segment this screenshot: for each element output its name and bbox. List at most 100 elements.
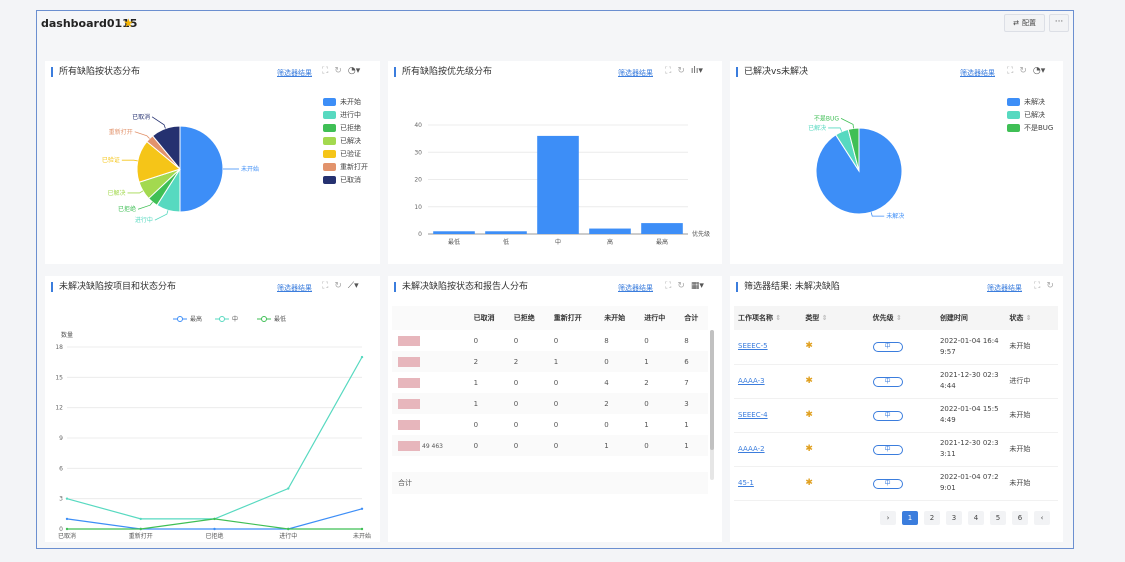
pagination-page[interactable]: 1 — [902, 511, 918, 525]
refresh-icon[interactable]: ↻ — [677, 281, 685, 291]
table-row[interactable]: AAAA-3 ✱ 中 2021-12-30 02:3 4:44 进行中 — [734, 364, 1058, 399]
pagination-page[interactable]: 3 — [946, 511, 962, 525]
reporter-cell — [392, 351, 468, 372]
resolved-pie-chart: 未解决 已解决 不是BUG — [808, 115, 904, 220]
column-header[interactable]: 状态 ⇕ — [1005, 306, 1058, 330]
filter-result-link[interactable]: 筛选器结果 — [618, 283, 653, 293]
table-row[interactable]: AAAA-2 ✱ 中 2021-12-30 02:3 3:11 未开始 — [734, 432, 1058, 467]
priority-cell: 中 — [868, 432, 936, 467]
star-icon[interactable]: ★ — [123, 16, 134, 30]
table-row[interactable]: SEEEC-5 ✱ 中 2022-01-04 16:4 9:57 未开始 — [734, 330, 1058, 365]
reporter-name: 49 463 — [422, 442, 443, 450]
legend-item[interactable]: 重新打开 — [323, 160, 368, 173]
table-header-row: 工作项名称 ⇕ 类型 ⇕ 优先级 ⇕ 创建时间 状态 ⇕ — [734, 306, 1058, 330]
filter-result-link[interactable]: 筛选器结果 — [987, 283, 1022, 293]
series-point — [360, 507, 364, 510]
bug-icon: ✱ — [805, 341, 813, 352]
legend-label: 已解决 — [340, 136, 361, 145]
column-header[interactable]: 工作项名称 ⇕ — [734, 306, 802, 330]
sort-icon[interactable]: ⇕ — [1023, 314, 1032, 322]
legend-label: 不是BUG — [1024, 123, 1054, 132]
pagination-next-button[interactable]: ‹ — [1034, 511, 1050, 525]
bar — [641, 223, 683, 234]
legend-marker — [261, 316, 267, 322]
column-header: 进行中 — [638, 306, 679, 330]
pie-label-line — [127, 190, 144, 194]
matrix-scrollbar[interactable] — [710, 330, 714, 480]
column-header[interactable]: 创建时间 — [935, 306, 1006, 330]
legend-item[interactable]: 已解决 — [323, 134, 368, 147]
legend-item[interactable]: 未开始 — [323, 95, 368, 108]
legend-item[interactable]: 已拒绝 — [323, 121, 368, 134]
reporter-cell — [392, 414, 468, 435]
table-cell: 0 — [513, 378, 519, 387]
legend-label: 重新打开 — [340, 162, 368, 171]
table-cell: 1 — [473, 378, 479, 387]
table-row[interactable]: 45-1 ✱ 中 2022-01-04 07:2 9:01 未开始 — [734, 466, 1058, 501]
sort-icon[interactable]: ⇕ — [894, 314, 902, 322]
table-cell: 2 — [513, 357, 519, 366]
legend-swatch — [1007, 123, 1020, 132]
pagination-page[interactable]: 6 — [1012, 511, 1028, 525]
priority-badge: 中 — [872, 478, 903, 489]
table-cell: 0 — [473, 336, 479, 345]
issue-link[interactable]: SEEEC-5 — [738, 342, 768, 350]
series-point — [139, 527, 142, 531]
config-button[interactable]: ⇄ 配置 — [1004, 14, 1045, 32]
issue-link[interactable]: AAAA-2 — [738, 445, 765, 453]
series-point — [65, 527, 69, 531]
card-toolbar: ⛶ ↻ — [1034, 281, 1054, 291]
sort-icon[interactable]: ⇕ — [819, 314, 828, 322]
pagination-page[interactable]: 4 — [968, 511, 984, 525]
column-header: 已取消 — [467, 306, 508, 330]
created-cell: 2021-12-30 02:3 3:11 — [935, 432, 1006, 467]
sort-icon[interactable]: ⇕ — [773, 314, 781, 322]
issue-link[interactable]: SEEEC-4 — [738, 411, 768, 419]
column-header[interactable]: 优先级 ⇕ — [868, 306, 936, 330]
table-row[interactable]: SEEEC-4 ✱ 中 2022-01-04 15:5 4:49 未开始 — [734, 398, 1058, 433]
legend-item[interactable]: 进行中 — [323, 108, 368, 121]
pie-slice-label: 进行中 — [135, 216, 153, 224]
legend-item[interactable]: 未解决 — [1007, 95, 1053, 108]
pie-slice-label: 已取消 — [132, 113, 150, 121]
issue-name-cell: 45-1 — [734, 466, 802, 501]
pie-label-line — [121, 159, 138, 162]
legend-label: 已拒绝 — [340, 123, 361, 132]
issue-name-cell: SEEEC-4 — [734, 398, 802, 433]
column-header: 重新打开 — [547, 306, 599, 330]
table-cell: 0 — [513, 399, 519, 408]
created-cell: 2021-12-30 02:3 4:44 — [935, 364, 1006, 399]
fullscreen-icon[interactable]: ⛶ — [1034, 281, 1040, 291]
matrix-scrollbar-thumb[interactable] — [710, 330, 714, 450]
issue-name-cell: AAAA-2 — [734, 432, 802, 467]
table-cell: 1 — [644, 357, 649, 366]
pagination-prev-button[interactable]: › — [880, 511, 896, 525]
series-point — [360, 355, 364, 359]
legend-item[interactable]: 已验证 — [323, 147, 368, 160]
table-cell: 0 — [604, 357, 609, 366]
refresh-icon[interactable]: ↻ — [1046, 281, 1054, 291]
table-cell: 0 — [513, 441, 519, 450]
priority-cell: 中 — [868, 330, 936, 365]
issue-link[interactable]: 45-1 — [738, 479, 754, 487]
pagination-page[interactable]: 2 — [924, 511, 940, 525]
fullscreen-icon[interactable]: ⛶ — [665, 281, 671, 291]
table-header-row: 已取消 已拒绝 重新打开 未开始 进行中 合计 — [392, 306, 708, 330]
column-header-label: 状态 — [1009, 314, 1024, 322]
pagination-page[interactable]: 5 — [990, 511, 1006, 525]
more-button[interactable]: ··· — [1049, 14, 1069, 32]
legend-item[interactable]: 已解决 — [1007, 108, 1053, 121]
legend-item[interactable]: 已取消 — [323, 173, 368, 186]
issue-link[interactable]: AAAA-3 — [738, 377, 765, 385]
column-header[interactable]: 类型 ⇕ — [801, 306, 869, 330]
table-icon[interactable]: ▦▾ — [691, 281, 704, 291]
table-cell: 7 — [684, 378, 689, 387]
legend-swatch — [1007, 110, 1020, 119]
legend-marker — [177, 316, 183, 322]
y-tick-label: 30 — [414, 149, 422, 156]
type-cell: ✱ — [801, 466, 869, 501]
pie-slice-label: 重新打开 — [109, 128, 133, 136]
legend-item[interactable]: 不是BUG — [1007, 121, 1053, 134]
table-cell: 0 — [513, 420, 519, 429]
legend-swatch — [323, 110, 336, 119]
